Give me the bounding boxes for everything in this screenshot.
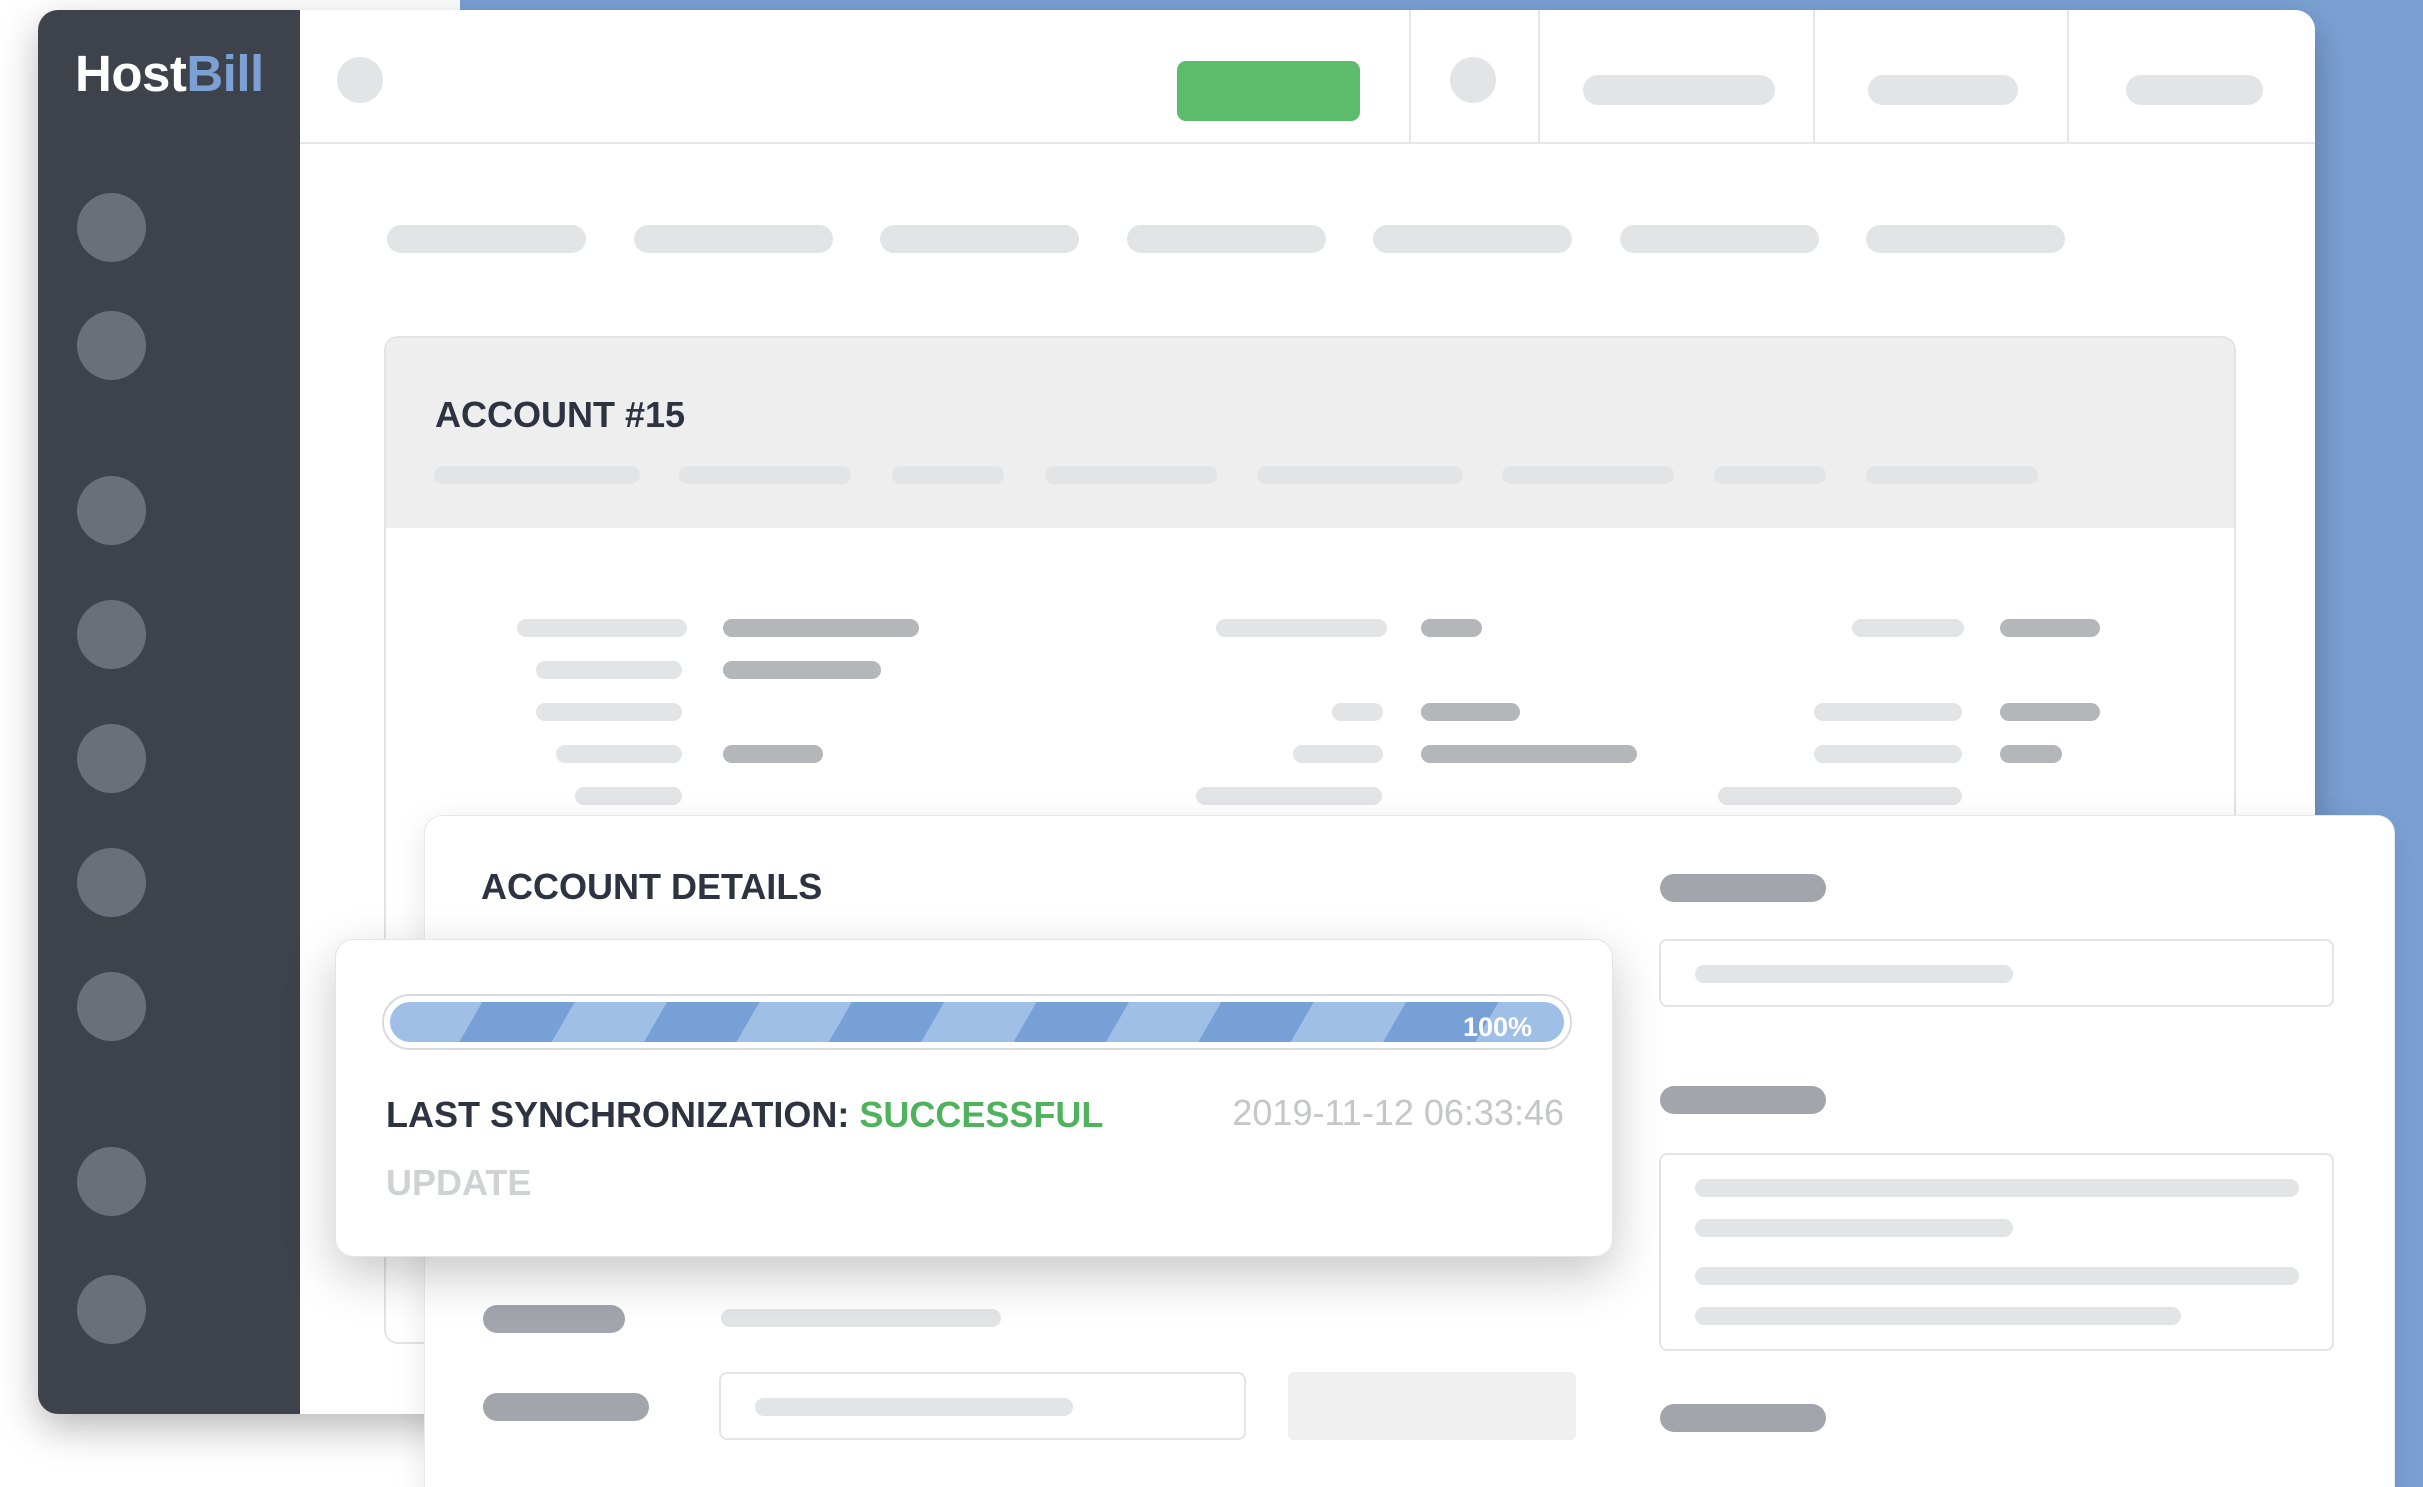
info-value [723, 661, 881, 679]
tab-1[interactable] [387, 225, 586, 253]
textarea-line [1695, 1219, 2013, 1237]
sidebar-item-7[interactable] [77, 972, 146, 1041]
info-value [2000, 619, 2100, 637]
tab-6[interactable] [1620, 225, 1819, 253]
text-field[interactable] [1659, 939, 2334, 1007]
field-label [483, 1393, 649, 1421]
select-field[interactable] [1288, 1372, 1576, 1440]
sync-progress-fill: 100% [390, 1002, 1564, 1042]
sidebar-item-6[interactable] [77, 848, 146, 917]
divider [2067, 10, 2069, 142]
sync-timestamp: 2019-11-12 06:33:46 [1232, 1092, 1564, 1133]
info-label [536, 703, 682, 721]
info-label [1196, 787, 1382, 805]
top-bar [300, 10, 2315, 144]
sidebar-item-5[interactable] [77, 724, 146, 793]
notifications-icon[interactable] [1450, 57, 1496, 103]
topbar-link-1[interactable] [1583, 75, 1775, 105]
tab-5[interactable] [1373, 225, 1572, 253]
info-value [2000, 703, 2100, 721]
sidebar-item-3[interactable] [77, 476, 146, 545]
textarea-line [1695, 1307, 2181, 1325]
info-label [1718, 787, 1962, 805]
info-label [1814, 745, 1962, 763]
update-button[interactable]: UPDATE [386, 1162, 531, 1204]
sync-status-value: SUCCESSFUL [859, 1094, 1104, 1135]
field-placeholder [755, 1398, 1073, 1416]
divider [1813, 10, 1815, 142]
sync-progress-label: 100% [1462, 1012, 1532, 1042]
textarea-line [1695, 1267, 2299, 1285]
field-label [1660, 1404, 1826, 1432]
info-label [556, 745, 682, 763]
info-value [1421, 619, 1482, 637]
sync-status-text: LAST SYNCHRONIZATION: SUCCESSFUL [386, 1094, 1103, 1136]
account-subtab-4[interactable] [1045, 466, 1217, 484]
info-value [1421, 745, 1637, 763]
info-value [2000, 745, 2062, 763]
info-value [723, 745, 823, 763]
field-placeholder [1695, 965, 2013, 983]
tab-2[interactable] [634, 225, 833, 253]
logo-text-accent: Bill [186, 45, 264, 102]
info-label [517, 619, 687, 637]
divider [1409, 10, 1411, 142]
user-menu[interactable] [2126, 75, 2263, 105]
menu-toggle-icon[interactable] [337, 57, 383, 103]
textarea-line [1695, 1179, 2299, 1197]
info-label [1852, 619, 1964, 637]
sidebar-item-1[interactable] [77, 193, 146, 262]
primary-action-button[interactable] [1177, 61, 1360, 121]
account-subtab-6[interactable] [1502, 466, 1674, 484]
tab-3[interactable] [880, 225, 1079, 253]
sidebar-item-2[interactable] [77, 311, 146, 380]
account-subtab-1[interactable] [434, 466, 640, 484]
info-label [1332, 703, 1383, 721]
info-label [536, 661, 682, 679]
field-label [483, 1305, 625, 1333]
account-subtab-8[interactable] [1866, 466, 2038, 484]
account-subtab-2[interactable] [679, 466, 851, 484]
sync-label: LAST SYNCHRONIZATION: [386, 1094, 850, 1135]
topbar-link-2[interactable] [1868, 75, 2018, 105]
sidebar-item-9[interactable] [77, 1275, 146, 1344]
info-label [575, 787, 682, 805]
sidebar-item-4[interactable] [77, 600, 146, 669]
sidebar-item-8[interactable] [77, 1147, 146, 1216]
account-title: ACCOUNT #15 [435, 394, 686, 435]
field-value [721, 1309, 1001, 1327]
sync-status-card: 100% LAST SYNCHRONIZATION: SUCCESSFUL 20… [335, 939, 1613, 1257]
field-label [1660, 874, 1826, 902]
info-label [1216, 619, 1387, 637]
divider [1538, 10, 1540, 142]
account-subtab-3[interactable] [892, 466, 1004, 484]
info-label [1814, 703, 1962, 721]
text-field[interactable] [719, 1372, 1246, 1440]
account-subtab-7[interactable] [1714, 466, 1826, 484]
account-subtab-5[interactable] [1257, 466, 1463, 484]
sync-progress-bar: 100% [382, 994, 1572, 1050]
info-value [723, 619, 919, 637]
info-value [1421, 703, 1520, 721]
account-header: ACCOUNT #15 [386, 338, 2234, 528]
logo-text: Host [75, 45, 187, 102]
info-label [1293, 745, 1383, 763]
field-label [1660, 1086, 1826, 1114]
textarea-field[interactable] [1659, 1153, 2334, 1351]
hostbill-logo[interactable]: HostBill [75, 44, 264, 103]
sidebar: HostBill [38, 10, 300, 1414]
tab-7[interactable] [1866, 225, 2065, 253]
account-details-title: ACCOUNT DETAILS [481, 866, 823, 907]
tab-4[interactable] [1127, 225, 1326, 253]
